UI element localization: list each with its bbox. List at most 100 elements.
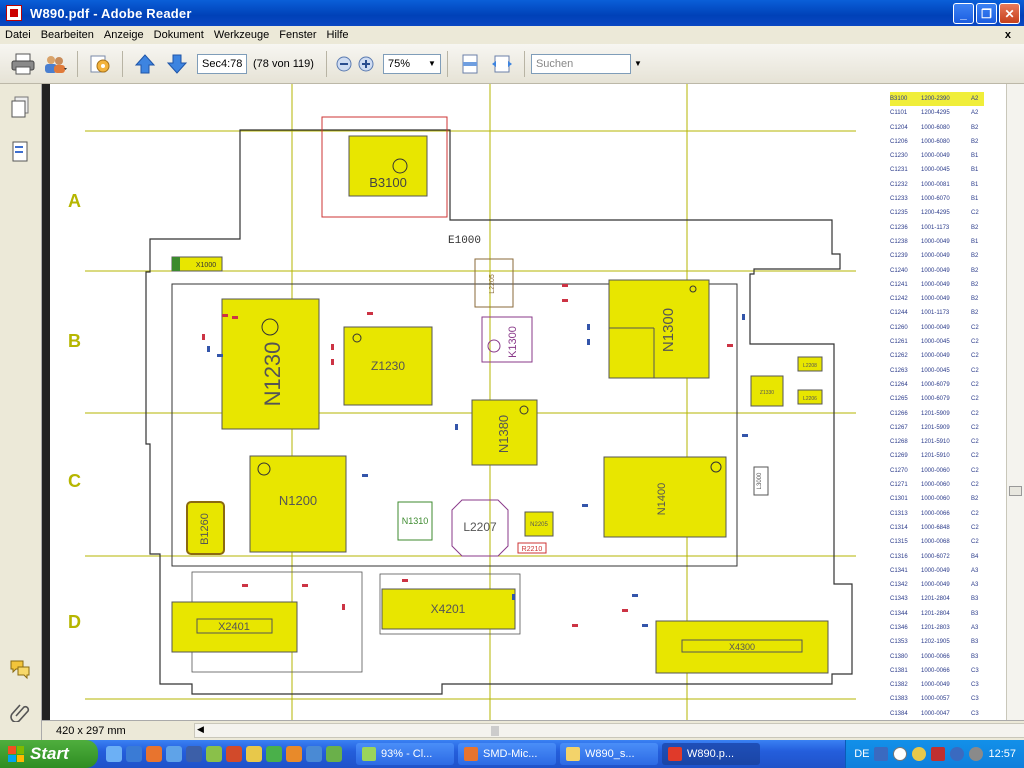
start-button[interactable]: Start bbox=[0, 740, 98, 768]
back-arrow-icon[interactable] bbox=[893, 747, 908, 761]
quicklaunch-icon-3[interactable] bbox=[146, 746, 162, 762]
parts-cell-grid: C2 bbox=[971, 367, 979, 374]
parts-table-row: C1206 1000-6080 B2 bbox=[890, 135, 1000, 149]
parts-table-row: C1263 1000-0045 C2 bbox=[890, 364, 1000, 378]
navigation-panel bbox=[0, 84, 42, 740]
parts-cell-ref: C1206 bbox=[890, 138, 908, 145]
language-indicator[interactable]: DE bbox=[854, 748, 869, 760]
parts-table-row: C1270 1000-0060 C2 bbox=[890, 464, 1000, 478]
parts-cell-ref: C1343 bbox=[890, 596, 908, 603]
parts-cell-ref: C1342 bbox=[890, 582, 908, 589]
comments-icon[interactable] bbox=[9, 658, 31, 682]
bookmarks-icon[interactable] bbox=[9, 140, 31, 164]
parts-table-row: C1101 1200-4295 A2 bbox=[890, 106, 1000, 120]
parts-cell-grid: C2 bbox=[971, 424, 979, 431]
print-icon[interactable] bbox=[10, 51, 36, 77]
parts-cell-ref: C1241 bbox=[890, 281, 908, 288]
task-label-3: W890_s... bbox=[585, 748, 635, 760]
next-page-arrow-icon[interactable] bbox=[164, 51, 190, 77]
document-close-button[interactable]: x bbox=[1000, 29, 1016, 41]
page-number-input[interactable]: Sec4:78 bbox=[197, 53, 247, 74]
horizontal-scroll-thumb[interactable] bbox=[491, 726, 499, 736]
close-button[interactable]: ✕ bbox=[999, 3, 1020, 24]
parts-cell-ref: C1261 bbox=[890, 339, 908, 346]
zonealarm-icon[interactable] bbox=[931, 747, 946, 761]
restore-button[interactable]: ❐ bbox=[976, 3, 997, 24]
quicklaunch-icon-10[interactable] bbox=[286, 746, 302, 762]
quicklaunch-icon-2[interactable] bbox=[126, 746, 142, 762]
task-button-1[interactable]: 93% - Cl... bbox=[356, 743, 454, 765]
parts-cell-grid: C2 bbox=[971, 453, 979, 460]
quicklaunch-icon-11[interactable] bbox=[306, 746, 322, 762]
parts-cell-ref: C1344 bbox=[890, 610, 908, 617]
parts-table-row: C1313 1000-0066 C2 bbox=[890, 507, 1000, 521]
quicklaunch-icon-4[interactable] bbox=[166, 746, 182, 762]
page-gutter bbox=[42, 84, 50, 720]
menu-hilfe[interactable]: Hilfe bbox=[322, 29, 354, 41]
fit-width-icon[interactable] bbox=[489, 51, 515, 77]
parts-cell-partno: 1000-0057 bbox=[921, 696, 950, 703]
parts-table-row: C1271 1000-0060 C2 bbox=[890, 478, 1000, 492]
task-button-2[interactable]: SMD-Mic... bbox=[458, 743, 556, 765]
parts-cell-grid: C2 bbox=[971, 381, 979, 388]
menu-dokument[interactable]: Dokument bbox=[149, 29, 209, 41]
quicklaunch-icon-1[interactable] bbox=[106, 746, 122, 762]
parts-cell-partno: 1000-6080 bbox=[921, 124, 950, 131]
parts-cell-grid: C3 bbox=[971, 667, 979, 674]
parts-cell-grid: A3 bbox=[971, 624, 979, 631]
parts-table-row: C1316 1000-6072 B4 bbox=[890, 550, 1000, 564]
parts-cell-ref: C1269 bbox=[890, 453, 908, 460]
parts-cell-partno: 1000-0049 bbox=[921, 153, 950, 160]
menu-datei[interactable]: Datei bbox=[0, 29, 36, 41]
scroll-thumb[interactable] bbox=[1009, 486, 1022, 496]
quicklaunch-icon-7[interactable] bbox=[226, 746, 242, 762]
previous-page-arrow-icon[interactable] bbox=[132, 51, 158, 77]
quicklaunch-icon-5[interactable] bbox=[186, 746, 202, 762]
parts-table-row: C1204 1000-6080 B2 bbox=[890, 121, 1000, 135]
help-icon[interactable] bbox=[874, 747, 889, 761]
pages-icon[interactable] bbox=[9, 96, 31, 120]
title-bar: W890.pdf - Adobe Reader _ ❐ ✕ bbox=[0, 0, 1024, 26]
parts-table-row: C1239 1000-0049 B2 bbox=[890, 249, 1000, 263]
quicklaunch-icon-8[interactable] bbox=[246, 746, 262, 762]
search-dropdown-icon[interactable]: ▼ bbox=[634, 59, 642, 68]
collaborate-icon[interactable] bbox=[42, 51, 68, 77]
menu-anzeige[interactable]: Anzeige bbox=[99, 29, 149, 41]
parts-cell-grid: C2 bbox=[971, 524, 979, 531]
task-button-4[interactable]: W890.p... bbox=[662, 743, 760, 765]
label-x4201: X4201 bbox=[431, 602, 466, 616]
parts-cell-partno: 1201-2804 bbox=[921, 596, 950, 603]
menu-bearbeiten[interactable]: Bearbeiten bbox=[36, 29, 99, 41]
label-n1300: N1300 bbox=[660, 308, 677, 352]
parts-cell-ref: C1238 bbox=[890, 238, 908, 245]
horizontal-scrollbar[interactable]: ◀ ▶ bbox=[194, 723, 1024, 738]
menu-werkzeuge[interactable]: Werkzeuge bbox=[209, 29, 274, 41]
volume-icon[interactable] bbox=[969, 747, 984, 761]
status-bar: 420 x 297 mm ◀ ▶ bbox=[42, 720, 1024, 740]
scroll-left-arrow-icon[interactable]: ◀ bbox=[197, 724, 204, 735]
parts-cell-partno: 1000-0066 bbox=[921, 510, 950, 517]
parts-cell-ref: C1265 bbox=[890, 396, 908, 403]
parts-table-row: C1238 1000-0049 B1 bbox=[890, 235, 1000, 249]
network-icon[interactable] bbox=[950, 747, 965, 761]
menu-fenster[interactable]: Fenster bbox=[274, 29, 321, 41]
document-view[interactable]: A B C D B3100 E1000 X1000 N1230 Z1230 N1… bbox=[42, 84, 1006, 720]
minimize-button[interactable]: _ bbox=[953, 3, 974, 24]
quicklaunch-icon-12[interactable] bbox=[326, 746, 342, 762]
search-input[interactable]: Suchen bbox=[530, 53, 631, 74]
quicklaunch-icon-9[interactable] bbox=[266, 746, 282, 762]
quicklaunch-icon-6[interactable] bbox=[206, 746, 222, 762]
attachment-paperclip-icon[interactable] bbox=[9, 700, 31, 724]
parts-table-row: C1233 1000-6070 B1 bbox=[890, 192, 1000, 206]
parts-cell-ref: C1380 bbox=[890, 653, 908, 660]
label-b1260: B1260 bbox=[199, 513, 211, 545]
vertical-scrollbar[interactable] bbox=[1006, 84, 1024, 720]
zoom-select[interactable]: 75% ▼ bbox=[382, 53, 441, 74]
parts-cell-partno: 1000-6080 bbox=[921, 138, 950, 145]
zoom-out-icon[interactable] bbox=[335, 51, 353, 77]
zoom-in-icon[interactable] bbox=[357, 51, 375, 77]
task-button-3[interactable]: W890_s... bbox=[560, 743, 658, 765]
shield-icon[interactable] bbox=[912, 747, 927, 761]
settings-gear-icon[interactable] bbox=[87, 51, 113, 77]
fit-page-icon[interactable] bbox=[457, 51, 483, 77]
